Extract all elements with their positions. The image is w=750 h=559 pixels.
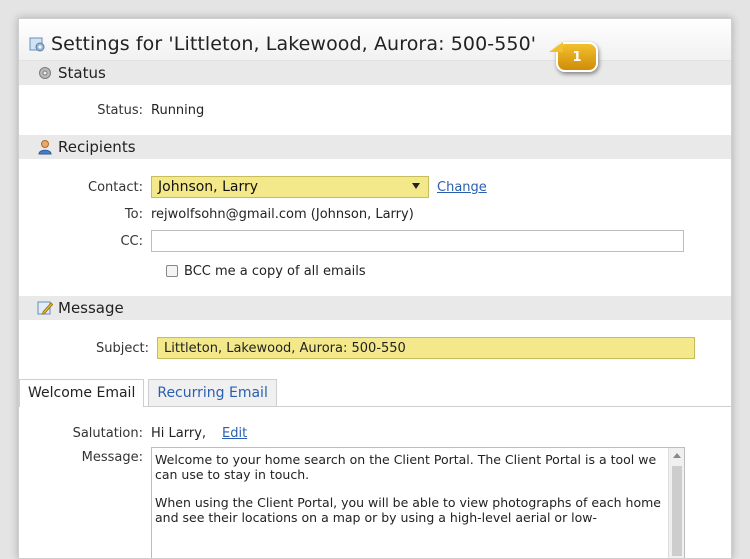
- section-header-recipients: Recipients: [19, 135, 731, 159]
- section-title-status: Status: [58, 64, 106, 82]
- contact-row: Contact: Johnson, Larry Change: [19, 174, 731, 200]
- settings-page-icon: [29, 37, 45, 52]
- subject-input[interactable]: Littleton, Lakewood, Aurora: 500-550: [157, 337, 695, 359]
- subject-label: Subject:: [96, 340, 149, 356]
- section-header-status: Status: [19, 61, 731, 85]
- change-contact-link[interactable]: Change: [437, 180, 487, 195]
- edit-salutation-link[interactable]: Edit: [222, 426, 247, 441]
- section-title-recipients: Recipients: [58, 138, 136, 156]
- compose-icon: [37, 301, 53, 315]
- to-row: To: rejwolfsohn@gmail.com (Johnson, Larr…: [19, 202, 731, 226]
- scroll-up-icon[interactable]: [673, 453, 681, 458]
- title-bar: Settings for 'Littleton, Lakewood, Auror…: [19, 19, 731, 61]
- tab-welcome-email[interactable]: Welcome Email: [19, 379, 145, 407]
- bcc-label: BCC me a copy of all emails: [184, 263, 366, 279]
- contact-label: Contact:: [88, 179, 143, 195]
- salutation-value: Hi Larry,: [151, 425, 207, 441]
- contact-select[interactable]: Johnson, Larry: [151, 176, 429, 198]
- message-row: Message: Welcome to your home search on …: [19, 447, 731, 558]
- bcc-checkbox[interactable]: [166, 265, 178, 277]
- cc-input[interactable]: [151, 230, 684, 252]
- to-value: rejwolfsohn@gmail.com (Johnson, Larry): [151, 206, 414, 222]
- cc-row: CC:: [19, 228, 731, 254]
- bcc-row: BCC me a copy of all emails: [19, 258, 731, 284]
- status-label: Status:: [97, 102, 143, 118]
- tab-recurring-email[interactable]: Recurring Email: [148, 379, 277, 406]
- callout-badge: 1: [549, 42, 598, 72]
- to-label: To:: [124, 206, 143, 222]
- message-paragraph: Welcome to your home search on the Clien…: [155, 452, 657, 482]
- section-title-message: Message: [58, 299, 124, 317]
- cc-label: CC:: [120, 233, 143, 249]
- gear-icon: [39, 67, 51, 79]
- scrollbar-thumb[interactable]: [672, 466, 682, 556]
- salutation-label: Salutation:: [72, 425, 143, 441]
- email-tabs: Welcome Email Recurring Email: [19, 379, 731, 407]
- settings-panel: Settings for 'Littleton, Lakewood, Auror…: [18, 18, 732, 559]
- status-value: Running: [151, 102, 205, 118]
- message-paragraph: When using the Client Portal, you will b…: [155, 495, 661, 525]
- person-icon: [38, 140, 52, 155]
- message-label: Message:: [81, 450, 143, 465]
- chevron-down-icon: [412, 183, 420, 189]
- status-row: Status: Running: [19, 88, 731, 132]
- message-textarea[interactable]: Welcome to your home search on the Clien…: [151, 447, 685, 558]
- page-title: Settings for 'Littleton, Lakewood, Auror…: [51, 33, 537, 55]
- message-scrollbar[interactable]: [668, 448, 684, 558]
- section-header-message: Message: [19, 296, 731, 320]
- subject-row: Subject: Littleton, Lakewood, Aurora: 50…: [19, 335, 731, 361]
- salutation-row: Salutation: Hi Larry, Edit: [19, 421, 731, 445]
- contact-select-value: Johnson, Larry: [158, 179, 259, 195]
